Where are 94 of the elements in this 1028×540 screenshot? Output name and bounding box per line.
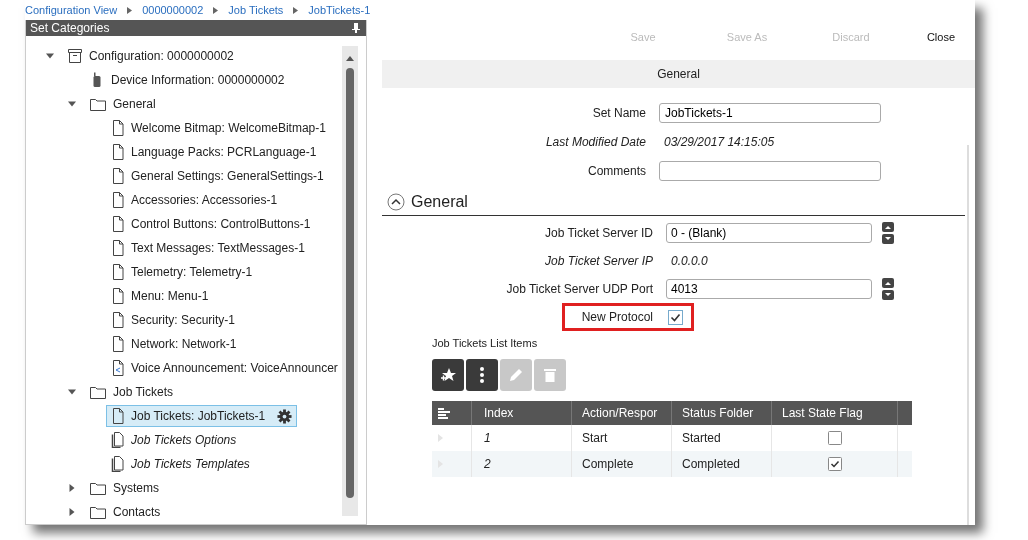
breadcrumb-link[interactable]: Configuration View: [25, 3, 118, 17]
table-row[interactable]: 2 Complete Completed: [432, 451, 912, 477]
breadcrumb-link[interactable]: Job Tickets: [228, 3, 284, 17]
table-cell: Completed: [672, 451, 772, 477]
column-header[interactable]: Index: [472, 401, 572, 425]
document-icon: [111, 168, 125, 184]
breadcrumb-link[interactable]: 0000000002: [142, 3, 204, 17]
scrollbar-drawing[interactable]: [342, 46, 358, 516]
field-label: Job Ticket Server ID: [543, 226, 654, 240]
document-icon: [111, 192, 125, 208]
document-icon: [111, 120, 125, 136]
column-header[interactable]: Status Folder: [672, 401, 772, 425]
tree-item[interactable]: Systems: [84, 477, 164, 499]
text-field[interactable]: JobTickets-1: [659, 102, 881, 123]
field-value: 03/29/2017 14:15:05: [663, 134, 775, 149]
tab[interactable]: General: [382, 60, 975, 88]
field-label: Job Ticket Server UDP Port: [505, 282, 654, 296]
separator-icon: [127, 6, 133, 14]
document-icon: [111, 264, 125, 280]
tree-item[interactable]: Job Tickets Options: [106, 429, 242, 451]
expand-arrow-icon[interactable]: [68, 508, 76, 516]
field-label: Set Name: [591, 105, 647, 120]
document-icon: [111, 408, 125, 424]
archive-icon: [67, 48, 83, 64]
collapse-arrow-icon[interactable]: [46, 52, 54, 60]
star-plus-icon: [440, 367, 456, 383]
checkbox[interactable]: [827, 431, 842, 445]
document-icon: [111, 216, 125, 232]
gear-icon[interactable]: [277, 408, 293, 424]
field-label: Last Modified Date: [544, 134, 647, 149]
collapse-arrow-icon[interactable]: [68, 388, 76, 396]
row-indicator-icon: [438, 434, 443, 442]
text-field[interactable]: 0 - (Blank): [666, 223, 872, 243]
pin-icon[interactable]: [352, 23, 360, 33]
folder-icon: [89, 480, 107, 496]
tree-item[interactable]: Job Tickets: [84, 381, 179, 403]
field-label: Job Ticket Server IP: [544, 254, 654, 268]
folder-icon: [89, 96, 107, 112]
expand-arrow-icon[interactable]: [68, 484, 76, 492]
tree-item[interactable]: Accessories: Accessories-1: [106, 189, 283, 211]
spinner-icon[interactable]: [882, 278, 894, 300]
tree-item[interactable]: Control Buttons: ControlButtons-1: [106, 213, 316, 235]
field-label: Comments: [587, 163, 647, 178]
more-button[interactable]: [466, 359, 498, 391]
field-label: New Protocol: [580, 310, 654, 324]
trash-icon: [544, 368, 556, 382]
more-icon: [480, 367, 484, 383]
tree-item[interactable]: Telemetry: Telemetry-1: [106, 261, 258, 283]
breadcrumb-link[interactable]: JobTickets-1: [308, 3, 371, 17]
document-icon: [111, 240, 125, 256]
tree-item[interactable]: Voice Announcement: VoiceAnnouncer: [106, 357, 343, 379]
section-title: General: [411, 193, 468, 211]
spinner-icon[interactable]: [882, 222, 894, 244]
tree-item[interactable]: Job Tickets: JobTickets-1: [106, 405, 298, 427]
shared-document-icon: [111, 360, 125, 376]
document-icon: [111, 312, 125, 328]
separator-icon: [213, 6, 219, 14]
tree-item[interactable]: Security: Security-1: [106, 309, 241, 331]
checkbox[interactable]: [827, 457, 842, 471]
document-icon: [111, 288, 125, 304]
tree-item[interactable]: Welcome Bitmap: WelcomeBitmap-1: [106, 117, 331, 139]
table-cell: Complete: [572, 451, 672, 477]
document-icon: [111, 144, 125, 160]
tree-item[interactable]: Network: Network-1: [106, 333, 242, 355]
tree-item[interactable]: General Settings: GeneralSettings-1: [106, 165, 329, 187]
column-chooser-icon[interactable]: [438, 407, 450, 419]
toolbar-button[interactable]: Close: [903, 31, 955, 43]
pencil-icon: [509, 368, 523, 382]
tree-item[interactable]: Job Tickets Templates: [106, 453, 255, 475]
list-title: Job Tickets List Items: [432, 337, 539, 351]
tree-item[interactable]: Language Packs: PCRLanguage-1: [106, 141, 322, 163]
panel-title: Set Categories: [30, 21, 110, 35]
column-header[interactable]: Last State Flag: [772, 401, 898, 425]
tree-item[interactable]: Text Messages: TextMessages-1: [106, 237, 310, 259]
field-value: 0.0.0.0: [670, 254, 708, 268]
folder-icon: [89, 504, 107, 520]
folder-icon: [89, 384, 107, 400]
collapse-icon[interactable]: [387, 193, 405, 211]
tree-item[interactable]: Contacts: [84, 501, 166, 523]
collapse-arrow-icon[interactable]: [68, 100, 76, 108]
add-button[interactable]: [432, 359, 464, 391]
tree-item[interactable]: Device Information: 0000000002: [84, 69, 290, 91]
stacked-document-icon: [111, 432, 125, 448]
text-field[interactable]: 4013: [666, 279, 872, 299]
document-icon: [111, 336, 125, 352]
stacked-document-icon: [111, 456, 125, 472]
checkbox[interactable]: [668, 309, 683, 325]
tree-item[interactable]: General: [84, 93, 161, 115]
column-header[interactable]: Action/Respor: [572, 401, 672, 425]
separator-icon: [293, 6, 299, 14]
text-field[interactable]: [659, 160, 881, 181]
tree-item[interactable]: Configuration: 0000000002: [62, 45, 239, 67]
tree-item[interactable]: Menu: Menu-1: [106, 285, 214, 307]
table-cell: 2: [472, 451, 572, 477]
